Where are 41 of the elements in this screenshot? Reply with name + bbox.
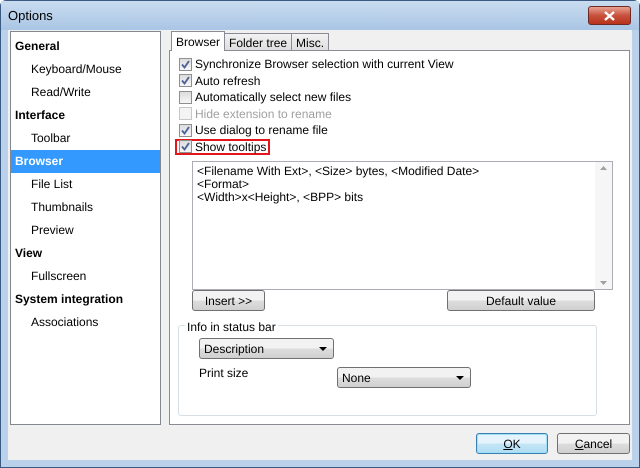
checkbox[interactable] [179,124,192,137]
checkbox[interactable] [179,74,192,88]
sidebar-item[interactable]: File List [11,173,160,196]
sidebar-category[interactable]: View [11,242,160,265]
sidebar-item[interactable]: Toolbar [11,127,160,150]
cancel-button[interactable]: Cancel [557,433,630,454]
checkbox[interactable] [179,140,192,154]
dropdown-arrow-icon [319,346,327,350]
scroll-up-icon [600,166,607,170]
sidebar-item[interactable]: Keyboard/Mouse [11,58,160,81]
sidebar-category[interactable]: Interface [11,104,160,127]
scroll-down-icon [600,281,607,285]
sidebar-item[interactable]: Thumbnails [11,196,160,219]
print-size-dropdown[interactable]: None [337,367,471,388]
tab[interactable]: Folder tree [224,33,292,51]
tooltip-template-field[interactable]: <Filename With Ext>, <Size> bytes, <Modified Date> <Format> <Width>x<Height>, <BPP> bits [192,161,613,290]
close-icon [604,10,615,20]
insert-button[interactable]: Insert >> [192,290,265,311]
info-dropdown[interactable]: Description [199,338,334,359]
dropdown-arrow-icon [456,376,464,380]
checkbox[interactable] [179,58,192,71]
checkbox[interactable] [179,90,192,104]
tab[interactable]: Browser [171,31,226,51]
sidebar-item[interactable]: Read/Write [11,81,160,104]
checkbox-label[interactable]: Use dialog to rename file [195,121,328,140]
close-button[interactable] [588,6,631,25]
tab[interactable]: Misc. [291,33,330,51]
sidebar-item[interactable]: Preview [11,219,160,242]
sidebar-category[interactable]: System integration [11,288,160,311]
checkbox-label[interactable]: Synchronize Browser selection with current View [195,55,454,74]
checkbox-label[interactable]: Auto refresh [195,72,260,90]
default-value-button[interactable]: Default value [447,290,595,311]
sidebar-item[interactable]: Associations [11,311,160,334]
sidebar-item[interactable]: Fullscreen [11,265,160,288]
sidebar-category[interactable]: General [11,35,160,58]
checkbox-label[interactable]: Show tooltips [195,138,266,156]
scrollbar[interactable] [595,162,612,289]
print-size-label: Print size [199,365,250,382]
ok-button[interactable]: OK [476,433,548,454]
window-title: Options [8,6,53,25]
checkbox-label[interactable]: Automatically select new files [195,88,352,106]
